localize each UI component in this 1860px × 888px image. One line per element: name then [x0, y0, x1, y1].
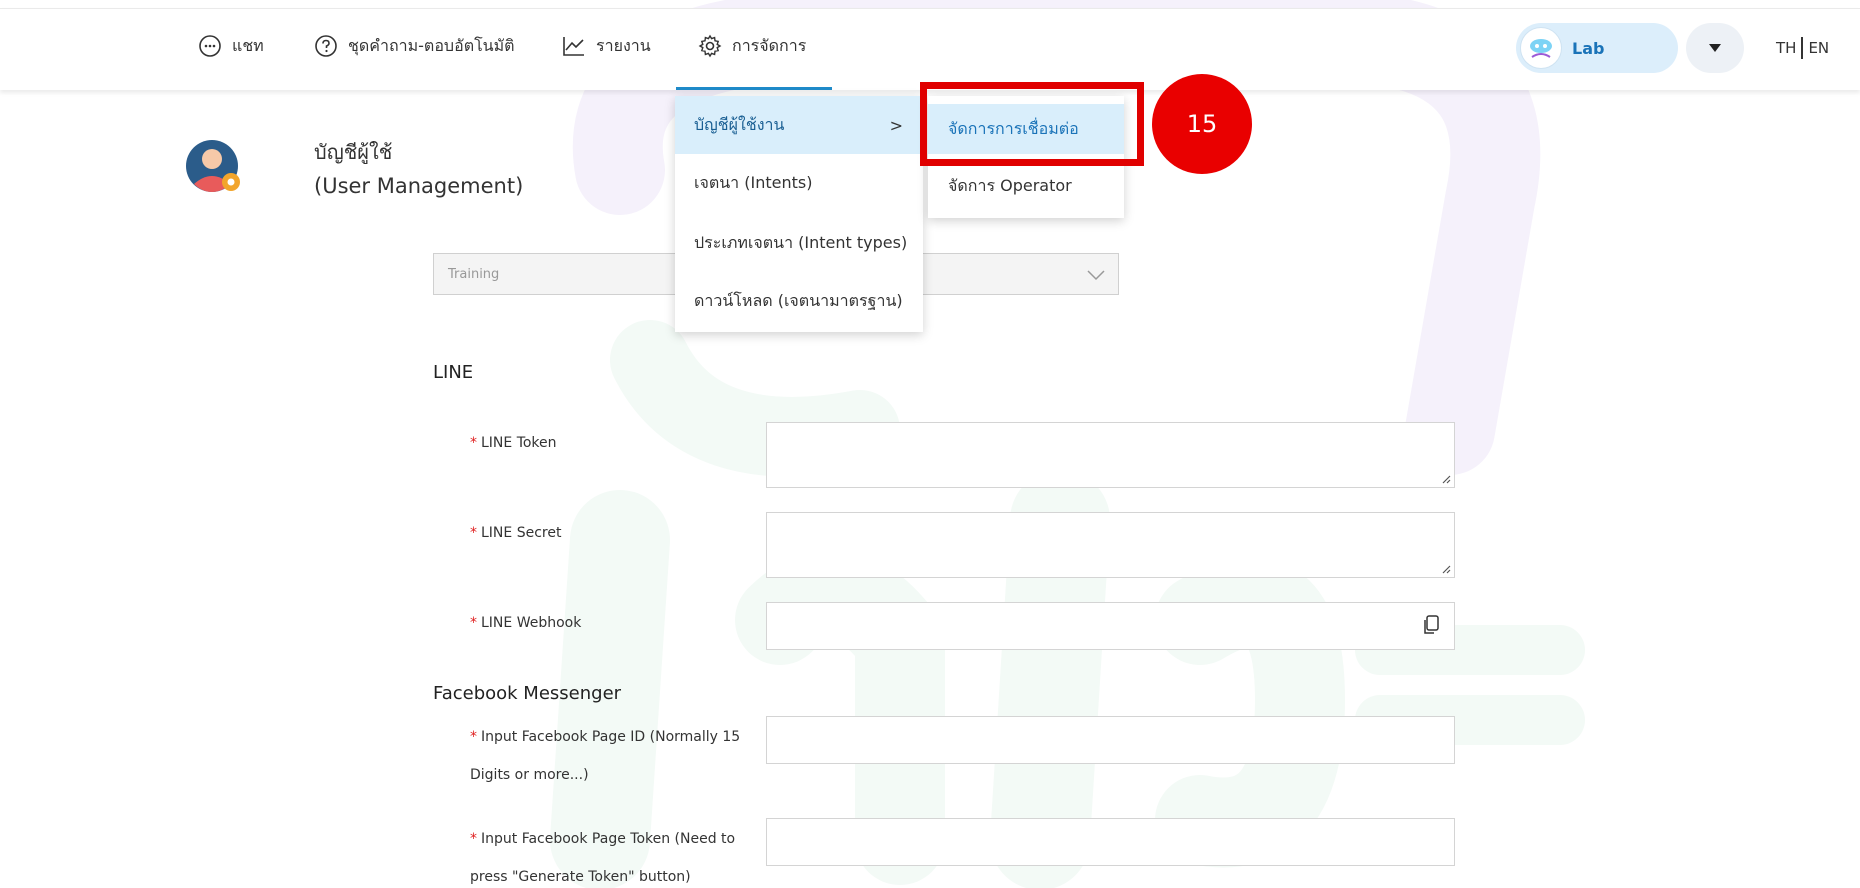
section-line-title: LINE — [433, 362, 474, 383]
nav-active-indicator — [676, 87, 832, 90]
resize-grip-icon[interactable] — [1441, 564, 1451, 574]
menu-item-intent-types[interactable]: ประเภทเจตนา (Intent types) — [675, 214, 923, 272]
account-switcher[interactable]: Lab — [1516, 23, 1678, 73]
line-webhook-label: * LINE Webhook — [470, 604, 581, 642]
fb-page-id-input[interactable] — [766, 716, 1455, 764]
chat-bubble-icon — [199, 35, 221, 57]
lang-th[interactable]: TH — [1776, 39, 1796, 57]
nav-chat-label: แชท — [232, 35, 264, 55]
nav-management-label: การจัดการ — [732, 35, 807, 55]
menu-item-download[interactable]: ดาวน์โหลด (เจตนามาตรฐาน) — [675, 272, 923, 330]
line-token-input[interactable] — [766, 422, 1455, 488]
menu-item-download-label: ดาวน์โหลด (เจตนามาตรฐาน) — [694, 290, 903, 310]
nav-management[interactable]: การจัดการ — [698, 31, 806, 61]
account-dropdown-button[interactable] — [1686, 23, 1744, 73]
fb-page-token-label: * Input Facebook Page Token (Need to — [470, 820, 735, 858]
chevron-right-icon: > — [889, 116, 903, 135]
fb-page-token-label-line2: press "Generate Token" button) — [470, 869, 691, 885]
fb-page-id-label-line2: Digits or more...) — [470, 767, 589, 783]
menu-item-intents[interactable]: เจตนา (Intents) — [675, 154, 923, 212]
bot-select-value: Training — [448, 266, 500, 282]
line-chart-icon — [563, 37, 584, 56]
line-webhook-label-text: LINE Webhook — [481, 615, 582, 631]
caret-down-icon — [1709, 44, 1721, 52]
menu-item-user-accounts[interactable]: บัญชีผู้ใช้งาน > — [675, 96, 923, 154]
bot-avatar — [1520, 27, 1562, 69]
line-secret-label: * LINE Secret — [470, 514, 561, 552]
required-mark: * — [470, 525, 477, 541]
resize-grip-icon[interactable] — [1441, 474, 1451, 484]
line-webhook-input[interactable] — [766, 602, 1455, 650]
tutorial-step-badge: 15 — [1152, 74, 1252, 174]
question-circle-icon — [315, 35, 337, 57]
menu-item-intent-types-label: ประเภทเจตนา (Intent types) — [694, 232, 908, 252]
lang-separator — [1801, 37, 1804, 59]
account-name: Lab — [1572, 38, 1605, 58]
top-nav: แชท ชุดคำถาม-ตอบอัตโนมัติ รายงาน การจัดก… — [0, 8, 1860, 90]
required-mark: * — [470, 729, 477, 745]
fb-page-id-label-line1: Input Facebook Page ID (Normally 15 — [481, 729, 741, 745]
nav-report[interactable]: รายงาน — [562, 31, 651, 61]
submenu-item-manage-operator[interactable]: จัดการ Operator — [928, 158, 1124, 214]
copy-icon[interactable] — [1422, 615, 1440, 635]
required-mark: * — [470, 831, 477, 847]
page-title: บัญชีผู้ใช้ — [314, 140, 393, 164]
required-mark: * — [470, 615, 477, 631]
user-management-avatar-icon — [186, 140, 240, 192]
submenu-item-manage-operator-label: จัดการ Operator — [948, 175, 1072, 195]
line-secret-input[interactable] — [766, 512, 1455, 578]
line-token-label: * LINE Token — [470, 424, 557, 462]
fb-page-id-label: * Input Facebook Page ID (Normally 15 — [470, 718, 740, 756]
menu-item-user-accounts-label: บัญชีผู้ใช้งาน — [694, 114, 785, 134]
nav-faq[interactable]: ชุดคำถาม-ตอบอัตโนมัติ — [314, 31, 515, 61]
management-menu: บัญชีผู้ใช้งาน > เจตนา (Intents) ประเภทเ… — [675, 96, 923, 332]
line-token-label-text: LINE Token — [481, 435, 557, 451]
required-mark: * — [470, 435, 477, 451]
nav-chat[interactable]: แชท — [198, 31, 264, 61]
language-switcher: TH EN — [1776, 37, 1829, 59]
lang-en[interactable]: EN — [1808, 39, 1829, 57]
chevron-down-icon — [1087, 270, 1105, 281]
nav-faq-label: ชุดคำถาม-ตอบอัตโนมัติ — [348, 35, 515, 55]
tutorial-highlight-box — [920, 82, 1144, 166]
gear-icon — [698, 34, 722, 58]
line-secret-label-text: LINE Secret — [481, 525, 562, 541]
fb-page-token-label-line1: Input Facebook Page Token (Need to — [481, 831, 736, 847]
bot-logo-icon — [1530, 39, 1552, 58]
page-subtitle: (User Management) — [314, 174, 524, 198]
menu-item-intents-label: เจตนา (Intents) — [694, 172, 813, 192]
section-facebook-title: Facebook Messenger — [433, 683, 622, 704]
fb-page-token-input[interactable] — [766, 818, 1455, 866]
nav-report-label: รายงาน — [596, 35, 651, 55]
